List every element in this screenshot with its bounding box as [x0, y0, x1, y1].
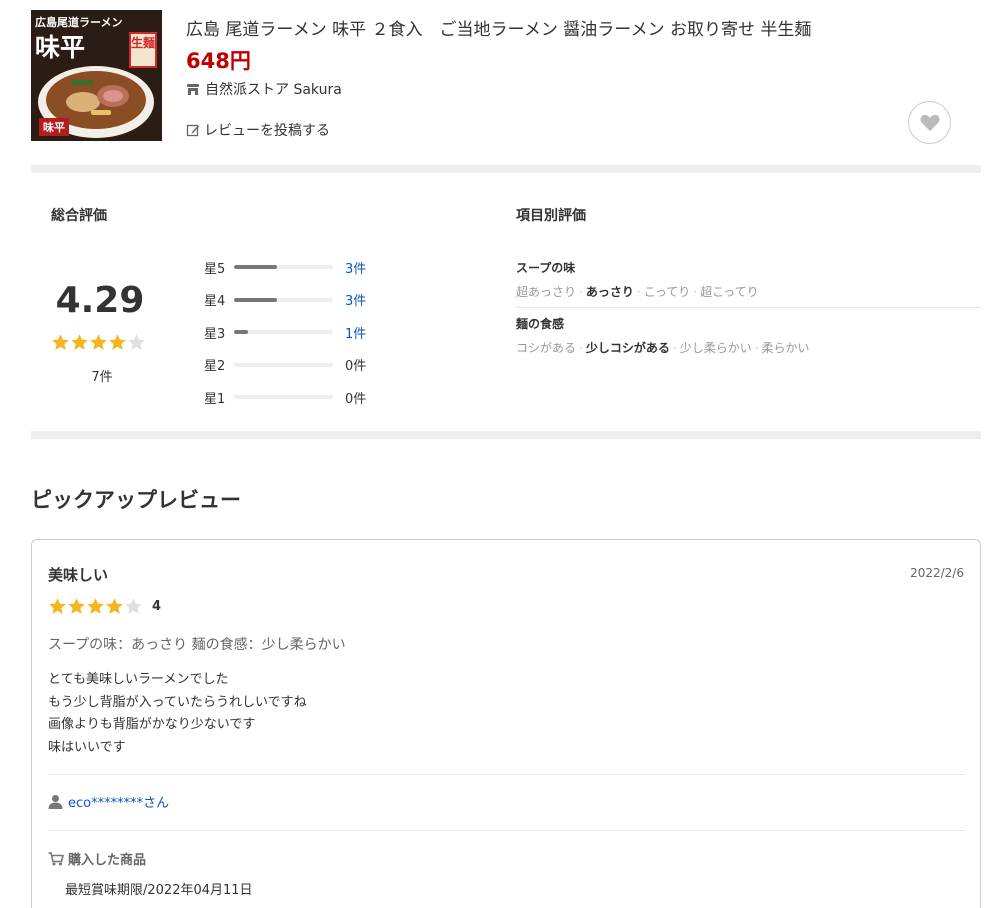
item-rating-noodle: 麺の食感 コシがある · 少しコシがある · 少し柔らかい · 柔らかい — [516, 315, 981, 356]
scale-separator: · — [579, 285, 583, 299]
item-scale: 超あっさり · あっさり · こってり · 超こってり — [516, 283, 981, 300]
review-star-rating: 4 — [48, 597, 161, 616]
scale-option: 少し柔らかい — [679, 341, 752, 355]
review-body-line: 画像よりも背脂がかなり少ないです — [48, 717, 256, 732]
review-stars — [48, 597, 143, 616]
image-label-text: 味平 — [39, 118, 69, 136]
edit-icon — [186, 124, 199, 137]
review-card: 美味しい 2022/2/6 4 スープの味：あっさり 麺の食感：少し柔らかい と… — [31, 539, 981, 908]
cart-icon — [48, 851, 64, 865]
star-icon — [106, 598, 123, 614]
scale-option: あっさり — [585, 285, 634, 299]
star-icon — [71, 334, 88, 350]
distribution-row: 星2 0件 — [204, 355, 366, 375]
review-body-line: 味はいいです — [48, 739, 126, 755]
reviewer-link[interactable]: eco********さん — [48, 792, 169, 811]
distribution-count: 0件 — [345, 391, 367, 407]
review-body-line: とても美味しいラーメンでした — [48, 672, 229, 687]
section-divider — [31, 431, 981, 439]
overall-score: 4.29 — [55, 280, 145, 321]
distribution-row[interactable]: 星4 3件 — [204, 290, 366, 310]
star-icon — [128, 334, 145, 350]
item-divider — [516, 307, 981, 308]
overall-star-rating — [51, 333, 146, 352]
distribution-bar — [234, 362, 333, 367]
item-ratings-heading: 項目別評価 — [516, 208, 586, 224]
scale-option: 柔らかい — [761, 341, 810, 355]
write-review-link[interactable]: レビューを投稿する — [186, 120, 330, 140]
distribution-label: 星5 — [204, 261, 226, 277]
user-icon — [48, 795, 63, 809]
review-body-line: もう少し背脂が入っていたらうれしいですね — [48, 694, 307, 710]
review-date: 2022/2/6 — [910, 566, 964, 580]
distribution-count[interactable]: 3件 — [345, 258, 366, 277]
distribution-label: 星1 — [204, 391, 226, 407]
section-divider — [31, 165, 981, 173]
star-icon — [68, 598, 85, 614]
scale-separator: · — [754, 341, 759, 355]
distribution-count[interactable]: 3件 — [345, 290, 366, 309]
distribution-bar — [234, 265, 333, 269]
distribution-bar-fill — [234, 330, 248, 334]
item-scale: コシがある · 少しコシがある · 少し柔らかい · 柔らかい — [516, 339, 981, 356]
distribution-bar-fill — [234, 265, 277, 269]
purchased-heading-label: 購入した商品 — [68, 853, 147, 868]
star-icon — [87, 598, 104, 614]
distribution-bar-fill — [234, 297, 277, 302]
distribution-row: 星1 0件 — [204, 387, 366, 407]
scale-option: こってり — [643, 285, 691, 299]
distribution-count: 0件 — [345, 359, 367, 374]
purchased-item-heading: 購入した商品 — [48, 849, 146, 868]
distribution-label: 星4 — [204, 294, 226, 309]
scale-separator: · — [636, 285, 641, 299]
scale-option: コシがある — [516, 341, 577, 355]
favorite-button[interactable] — [908, 101, 951, 144]
reviewer-name: eco********さん — [68, 796, 170, 811]
star-icon — [90, 334, 107, 350]
review-score: 4 — [152, 599, 162, 614]
item-name: スープの味 — [516, 261, 576, 275]
review-attributes: スープの味：あっさり 麺の食感：少し柔らかい — [48, 637, 346, 653]
heart-icon — [920, 114, 939, 131]
product-title[interactable]: 広島 尾道ラーメン 味平 ２食入 ご当地ラーメン 醤油ラーメン お取り寄せ 半生… — [186, 15, 811, 40]
distribution-bar — [234, 330, 333, 334]
write-review-label: レビューを投稿する — [204, 123, 330, 139]
distribution-count[interactable]: 1件 — [345, 323, 366, 342]
star-icon — [52, 334, 69, 350]
distribution-label: 星3 — [204, 326, 226, 342]
distribution-label: 星2 — [204, 359, 226, 374]
review-body: とても美味しいラーメンでした もう少し背脂が入っていたらうれしいですね 画像より… — [48, 669, 307, 759]
product-price: 648円 — [186, 49, 251, 73]
distribution-row[interactable]: 星3 1件 — [204, 322, 366, 342]
overall-rating-heading: 総合評価 — [51, 208, 107, 224]
product-image[interactable]: 広島尾道ラーメン 味平 生麺 味平 — [31, 10, 162, 141]
distribution-row[interactable]: 星5 3件 — [204, 257, 366, 277]
star-icon — [125, 598, 142, 614]
scale-separator: · — [693, 285, 698, 299]
scale-option: 少しコシがある — [585, 341, 670, 355]
shop-name: 自然派ストア Sakura — [205, 82, 342, 98]
scale-separator: · — [672, 341, 677, 355]
card-divider — [48, 830, 964, 831]
image-stamp-text: 生麺 — [129, 32, 157, 68]
review-title: 美味しい — [48, 566, 109, 584]
star-icon — [109, 334, 126, 350]
image-brand-text: 味平 — [35, 33, 86, 62]
item-rating-soup: スープの味 超あっさり · あっさり · こってり · 超こってり — [516, 259, 981, 300]
scale-separator: · — [579, 341, 583, 355]
scale-option: 超こってり — [700, 285, 759, 299]
scale-option: 超あっさり — [516, 285, 577, 299]
shop-link[interactable]: 自然派ストア Sakura — [186, 79, 342, 99]
pickup-reviews-heading: ピックアップレビュー — [31, 488, 241, 512]
star-icon — [49, 598, 66, 614]
item-name: 麺の食感 — [516, 317, 565, 331]
distribution-bar — [234, 297, 333, 302]
card-divider — [48, 774, 964, 775]
purchased-item: 最短賞味期限/2022年04月11日 — [65, 883, 253, 898]
overall-review-count: 7件 — [91, 370, 113, 385]
shop-icon — [187, 83, 199, 95]
distribution-bar — [234, 395, 333, 399]
